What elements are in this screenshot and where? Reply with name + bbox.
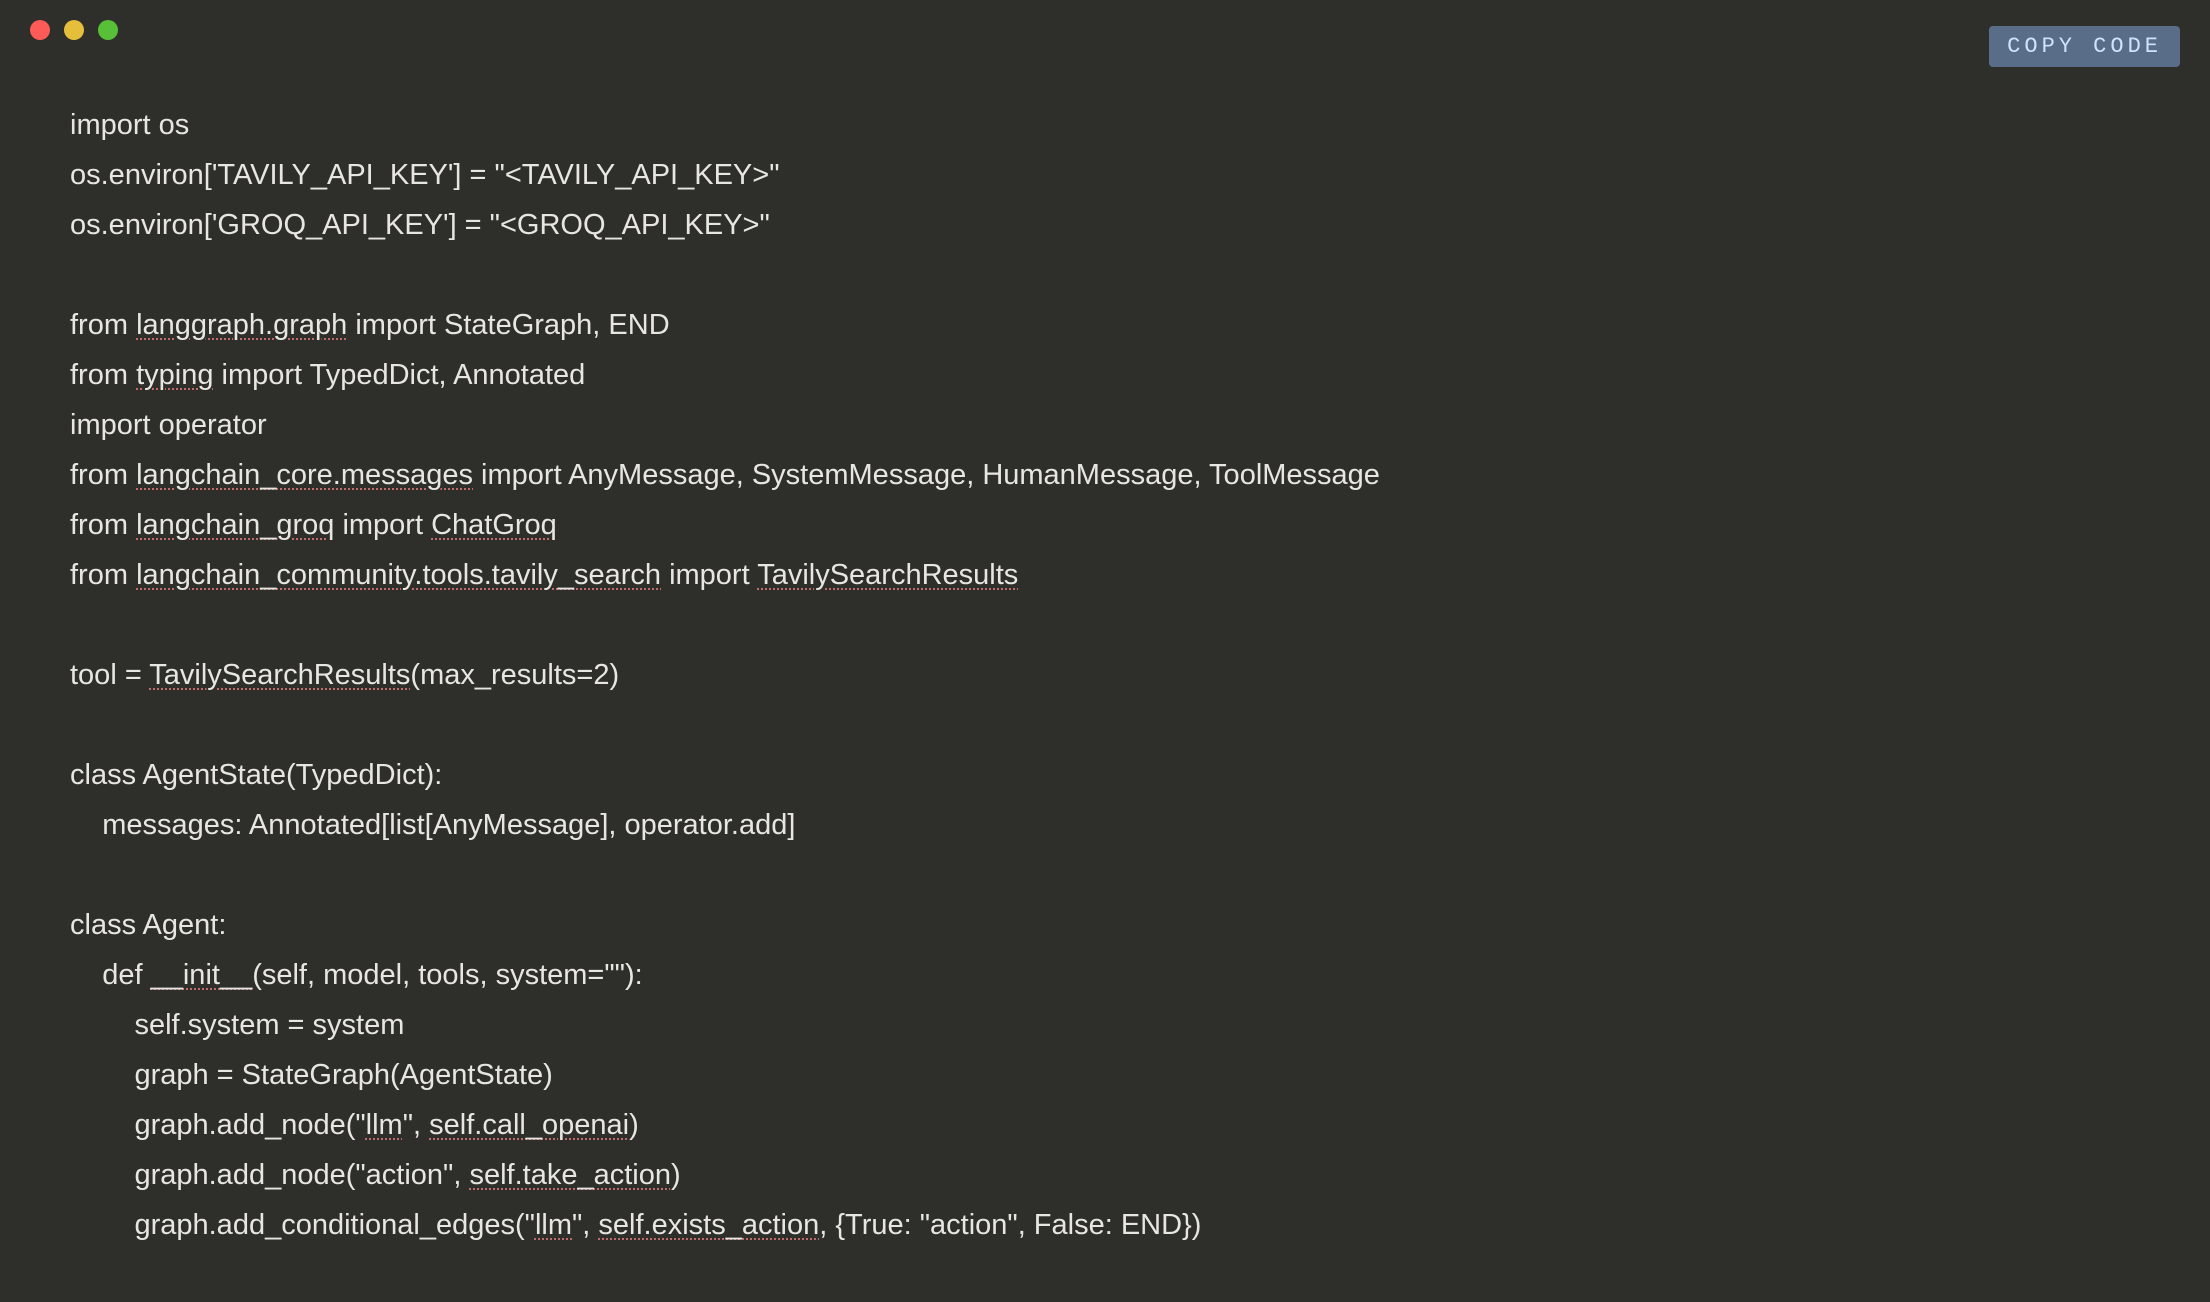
code-line[interactable]: from langchain_core.messages import AnyM… — [70, 450, 2140, 500]
close-icon[interactable] — [30, 20, 50, 40]
code-token: graph = StateGraph(AgentState) — [70, 1059, 553, 1091]
code-token: os.environ['GROQ_API_KEY'] = "<GROQ_API_… — [70, 209, 770, 241]
code-token: import TypedDict, Annotated — [213, 359, 585, 391]
code-token: ", — [572, 1209, 598, 1241]
code-line[interactable]: from langgraph.graph import StateGraph, … — [70, 300, 2140, 350]
zoom-icon[interactable] — [98, 20, 118, 40]
code-line[interactable] — [70, 700, 2140, 750]
code-token: ) — [671, 1159, 681, 1191]
code-token-spellcheck: typing — [136, 359, 213, 391]
copy-code-button[interactable]: COPY CODE — [1989, 26, 2180, 67]
code-line[interactable]: self.system = system — [70, 1000, 2140, 1050]
code-line[interactable]: graph.add_node("llm", self.call_openai) — [70, 1100, 2140, 1150]
code-line[interactable]: class AgentState(TypedDict): — [70, 750, 2140, 800]
code-token-spellcheck: langchain_core.messages — [136, 459, 473, 491]
code-token: (self, model, tools, system=""): — [252, 959, 642, 991]
minimize-icon[interactable] — [64, 20, 84, 40]
code-token-spellcheck: langchain_groq — [136, 509, 334, 541]
code-token-spellcheck: llm — [535, 1209, 572, 1241]
code-token: (max_results=2) — [410, 659, 619, 691]
code-editor[interactable]: import os os.environ['TAVILY_API_KEY'] = … — [0, 60, 2210, 1250]
code-token: from — [70, 309, 136, 341]
code-line[interactable]: from langchain_community.tools.tavily_se… — [70, 550, 2140, 600]
code-token-spellcheck: langchain_community.tools.tavily_search — [136, 559, 661, 591]
code-token: import operator — [70, 409, 267, 441]
traffic-lights — [30, 20, 118, 40]
code-token: from — [70, 559, 136, 591]
code-token: class Agent: — [70, 909, 226, 941]
code-token: graph.add_node(" — [70, 1109, 366, 1141]
code-token: os.environ['TAVILY_API_KEY'] = "<TAVILY_… — [70, 159, 780, 191]
code-line[interactable]: import os — [70, 100, 2140, 150]
code-token: graph.add_conditional_edges(" — [70, 1209, 535, 1241]
code-line[interactable]: os.environ['GROQ_API_KEY'] = "<GROQ_API_… — [70, 200, 2140, 250]
code-token: graph.add_node("action", — [70, 1159, 469, 1191]
code-token-spellcheck: __init__ — [151, 959, 253, 991]
code-token: tool = — [70, 659, 149, 691]
code-token-spellcheck: langgraph.graph — [136, 309, 347, 341]
window-titlebar: COPY CODE — [0, 0, 2210, 60]
code-token-spellcheck: self.call_openai — [429, 1109, 629, 1141]
code-line[interactable]: graph.add_conditional_edges("llm", self.… — [70, 1200, 2140, 1250]
code-token: ) — [629, 1109, 639, 1141]
code-token: from — [70, 359, 136, 391]
code-line[interactable]: from typing import TypedDict, Annotated — [70, 350, 2140, 400]
code-line[interactable]: graph.add_node("action", self.take_actio… — [70, 1150, 2140, 1200]
code-line[interactable]: os.environ['TAVILY_API_KEY'] = "<TAVILY_… — [70, 150, 2140, 200]
code-line[interactable] — [70, 250, 2140, 300]
code-token: import — [334, 509, 431, 541]
code-line[interactable] — [70, 600, 2140, 650]
code-token-spellcheck: TavilySearchResults — [149, 659, 410, 691]
code-token: , {True: "action", False: END}) — [819, 1209, 1201, 1241]
code-line[interactable]: tool = TavilySearchResults(max_results=2… — [70, 650, 2140, 700]
code-line[interactable]: class Agent: — [70, 900, 2140, 950]
code-token: import StateGraph, END — [347, 309, 669, 341]
code-token: import AnyMessage, SystemMessage, HumanM… — [473, 459, 1380, 491]
code-token: self.system = system — [70, 1009, 404, 1041]
code-token-spellcheck: ChatGroq — [431, 509, 557, 541]
code-token: import — [661, 559, 757, 591]
code-token: messages: Annotated[list[AnyMessage], op… — [70, 809, 795, 841]
code-token-spellcheck: llm — [366, 1109, 403, 1141]
code-line[interactable]: import operator — [70, 400, 2140, 450]
code-token: from — [70, 509, 136, 541]
code-token: from — [70, 459, 136, 491]
code-line[interactable]: graph = StateGraph(AgentState) — [70, 1050, 2140, 1100]
code-window: COPY CODE import os os.environ['TAVILY_AP… — [0, 0, 2210, 1302]
code-token: class AgentState(TypedDict): — [70, 759, 442, 791]
code-line[interactable]: messages: Annotated[list[AnyMessage], op… — [70, 800, 2140, 850]
code-token: ", — [403, 1109, 429, 1141]
code-line[interactable]: def __init__(self, model, tools, system=… — [70, 950, 2140, 1000]
code-token-spellcheck: TavilySearchResults — [757, 559, 1018, 591]
code-token-spellcheck: self.exists_action — [598, 1209, 819, 1241]
code-line[interactable]: from langchain_groq import ChatGroq — [70, 500, 2140, 550]
code-token: def — [70, 959, 151, 991]
code-line[interactable] — [70, 850, 2140, 900]
code-token-spellcheck: self.take_action — [469, 1159, 671, 1191]
code-token: import os — [70, 109, 189, 141]
